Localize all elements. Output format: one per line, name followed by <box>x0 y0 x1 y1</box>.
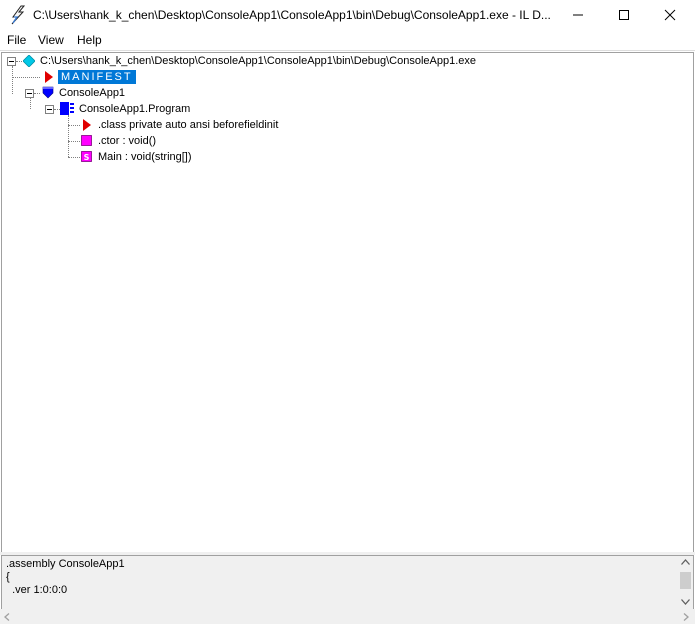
il-line: .ver 1:0:0:0 <box>6 584 68 596</box>
scroll-up-icon[interactable] <box>681 559 690 565</box>
namespace-shield-icon <box>42 86 54 99</box>
menu-view[interactable]: View <box>38 33 64 47</box>
menu-file[interactable]: File <box>7 33 26 47</box>
menu-help[interactable]: Help <box>77 33 102 47</box>
tree-node-label: .class private auto ansi beforefieldinit <box>98 119 279 131</box>
scroll-thumb[interactable] <box>680 572 691 589</box>
scroll-right-icon[interactable] <box>683 613 689 621</box>
red-triangle-icon <box>83 119 91 131</box>
collapse-toggle[interactable] <box>45 105 54 114</box>
tree-node-label: .ctor : void() <box>98 135 157 147</box>
tree-view[interactable]: C:\Users\hank_k_chen\Desktop\ConsoleApp1… <box>1 52 694 553</box>
close-button[interactable] <box>647 0 693 30</box>
tree-node-manifest[interactable]: MANIFEST <box>2 70 162 84</box>
scroll-left-icon[interactable] <box>4 613 10 621</box>
tree-node-label: Main : void(string[]) <box>98 151 192 163</box>
scroll-down-icon[interactable] <box>681 599 690 605</box>
tree-node-label: ConsoleApp1.Program <box>79 103 191 115</box>
static-method-icon: S <box>81 151 92 162</box>
tree-node-class-decl[interactable]: .class private auto ansi beforefieldinit <box>2 118 322 132</box>
horizontal-scrollbar[interactable] <box>0 609 695 624</box>
svg-text:S: S <box>84 153 90 162</box>
minimize-button[interactable] <box>555 0 601 30</box>
window-title: C:\Users\hank_k_chen\Desktop\ConsoleApp1… <box>33 8 551 22</box>
method-icon <box>81 135 92 146</box>
menu-bar: File View Help <box>0 30 695 51</box>
il-text-pane[interactable]: .assembly ConsoleApp1 { .ver 1:0:0:0 <box>1 555 694 610</box>
diamond-icon <box>23 55 35 67</box>
maximize-button[interactable] <box>601 0 647 30</box>
tree-node-class[interactable]: ConsoleApp1.Program <box>2 102 242 116</box>
class-icon <box>60 102 74 115</box>
tree-node-label: ConsoleApp1 <box>59 87 126 99</box>
collapse-toggle[interactable] <box>7 57 16 66</box>
red-triangle-icon <box>45 71 53 83</box>
tree-node-ctor[interactable]: .ctor : void() <box>2 134 202 148</box>
tree-node-root[interactable]: C:\Users\hank_k_chen\Desktop\ConsoleApp1… <box>2 54 482 68</box>
tree-node-label: C:\Users\hank_k_chen\Desktop\ConsoleApp1… <box>40 55 476 67</box>
minimize-icon <box>573 14 583 16</box>
maximize-icon <box>619 10 629 20</box>
title-bar[interactable]: C:\Users\hank_k_chen\Desktop\ConsoleApp1… <box>0 0 695 30</box>
collapse-toggle[interactable] <box>25 89 34 98</box>
il-line: .assembly ConsoleApp1 <box>6 558 125 570</box>
il-vertical-scrollbar[interactable] <box>678 556 693 609</box>
ildasm-lightning-icon <box>8 5 28 25</box>
tree-node-main[interactable]: S Main : void(string[]) <box>2 150 222 164</box>
il-line: { <box>6 571 10 583</box>
close-icon <box>664 9 676 21</box>
tree-node-namespace[interactable]: ConsoleApp1 <box>2 86 202 100</box>
tree-node-label: MANIFEST <box>58 70 136 84</box>
